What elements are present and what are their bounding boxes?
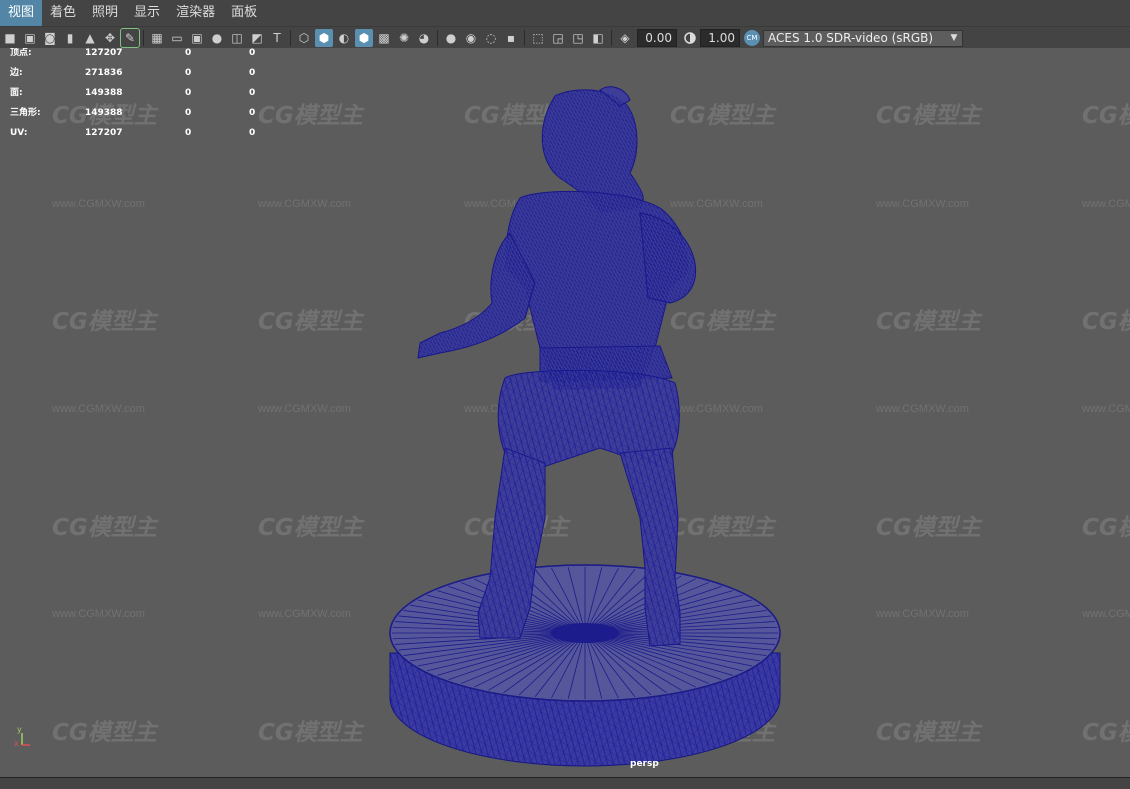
hud-value-triangles: 0: [249, 128, 256, 138]
toolbar-separator: [611, 30, 612, 46]
xray-joints-icon[interactable]: ◳: [569, 29, 587, 47]
axis-indicator: y x: [14, 725, 34, 748]
bookmark-icon[interactable]: ▮: [61, 29, 79, 47]
panel-menu-bar: 视图 着色 照明 显示 渲染器 面板: [0, 0, 1130, 26]
gamma-field[interactable]: 1.00: [700, 29, 740, 47]
resolution-gate-icon[interactable]: ▣: [188, 29, 206, 47]
anti-aliasing-icon[interactable]: ◌: [482, 29, 500, 47]
camera-lock-icon[interactable]: ▣: [21, 29, 39, 47]
hud-value-total: 271836: [85, 68, 123, 78]
hud-label: 面:: [10, 88, 23, 98]
hud-value-selected: 0: [185, 108, 192, 118]
exposure-field[interactable]: 0.00: [637, 29, 677, 47]
panel-toolbar: ■ ▣ ◙ ▮ ▲ ✥ ✎ ▦ ▭ ▣ ● ◫ ◩ T ⬡ ⬢ ◐ ⬢ ▩ ✺ ◕ ● ◉ ◌ ▪ ⬚ ◲ ◳ ◧ ◈ 0.00 1.00…: [0, 26, 1130, 50]
hud-value-triangles: 0: [249, 68, 256, 78]
3d-viewport[interactable]: CG模型主 CG模型主 CG模型主 CG模型主 www.CGMXW.com www.CGM…: [0, 48, 1130, 777]
toolbar-separator: [437, 30, 438, 46]
screen-space-ao-icon[interactable]: ●: [442, 29, 460, 47]
motion-blur-icon[interactable]: ◉: [462, 29, 480, 47]
toolbar-separator: [290, 30, 291, 46]
xray-icon[interactable]: ◲: [549, 29, 567, 47]
hud-label: 边:: [10, 68, 23, 78]
pedestal-base: [389, 564, 781, 767]
hud-label: 顶点:: [10, 48, 32, 58]
grease-pencil-icon[interactable]: ✎: [120, 28, 140, 48]
viewport-bottom-edge: [0, 777, 1130, 789]
chevron-down-icon: ▼: [950, 33, 958, 43]
menu-panels[interactable]: 面板: [223, 0, 265, 26]
backface-culling-icon[interactable]: ◧: [589, 29, 607, 47]
wireframe-on-shaded-icon[interactable]: ⬢: [355, 29, 373, 47]
camera-icon[interactable]: ■: [1, 29, 19, 47]
shadows-icon[interactable]: ◕: [415, 29, 433, 47]
hud-value-total: 127207: [85, 128, 123, 138]
hud-value-total: 149388: [85, 108, 123, 118]
hud-value-triangles: 0: [249, 108, 256, 118]
menu-renderer[interactable]: 渲染器: [168, 0, 223, 26]
field-chart-icon[interactable]: ◫: [228, 29, 246, 47]
grid-icon[interactable]: ▦: [148, 29, 166, 47]
hud-value-selected: 0: [185, 68, 192, 78]
camera-name-label: persp: [630, 759, 659, 769]
camera-attributes-icon[interactable]: ◙: [41, 29, 59, 47]
menu-view[interactable]: 视图: [0, 0, 43, 26]
depth-of-field-icon[interactable]: ▪: [502, 29, 520, 47]
menu-shading[interactable]: 着色: [42, 0, 84, 26]
default-material-icon[interactable]: ◐: [335, 29, 353, 47]
character-mesh-detail: [418, 89, 696, 390]
hud-value-selected: 0: [185, 128, 192, 138]
menu-show[interactable]: 显示: [126, 0, 168, 26]
hud-value-triangles: 0: [249, 88, 256, 98]
maya-viewport-panel: 视图 着色 照明 显示 渲染器 面板 ■ ▣ ◙ ▮ ▲ ✥ ✎ ▦ ▭ ▣ ● ◫ ◩ T ⬡ ⬢ ◐ ⬢ ▩ ✺ ◕…: [0, 0, 1130, 789]
smooth-shade-icon[interactable]: ⬢: [315, 29, 333, 47]
exposure-icon[interactable]: ◈: [616, 29, 634, 47]
color-space-label: ACES 1.0 SDR-video (sRGB): [768, 31, 934, 45]
hud-value-total: 127207: [85, 48, 123, 58]
toolbar-separator: [143, 30, 144, 46]
hud-value-triangles: 0: [249, 48, 256, 58]
wireframe-icon[interactable]: ⬡: [295, 29, 313, 47]
image-plane-icon[interactable]: ▲: [81, 29, 99, 47]
hud-value-selected: 0: [185, 48, 192, 58]
color-space-dropdown[interactable]: ACES 1.0 SDR-video (sRGB) ▼: [763, 29, 963, 47]
isolate-select-icon[interactable]: ⬚: [529, 29, 547, 47]
hud-label: UV:: [10, 128, 28, 138]
axis-x-label: x: [14, 739, 19, 748]
toolbar-icon-group: ■ ▣ ◙ ▮ ▲ ✥ ✎ ▦ ▭ ▣ ● ◫ ◩ T ⬡ ⬢ ◐ ⬢ ▩ ✺ ◕ ● ◉ ◌ ▪ ⬚ ◲ ◳ ◧ ◈: [0, 28, 635, 48]
two-d-pan-zoom-icon[interactable]: ✥: [101, 29, 119, 47]
wireframe-model: [389, 86, 781, 767]
safe-action-icon[interactable]: ◩: [248, 29, 266, 47]
axis-gizmo-icon: [21, 733, 30, 746]
color-management-icon[interactable]: CM: [744, 30, 760, 46]
menu-lighting[interactable]: 照明: [84, 0, 126, 26]
hud-value-selected: 0: [185, 88, 192, 98]
toolbar-separator: [524, 30, 525, 46]
hud-value-total: 149388: [85, 88, 123, 98]
textured-icon[interactable]: ▩: [375, 29, 393, 47]
use-lights-icon[interactable]: ✺: [395, 29, 413, 47]
film-gate-icon[interactable]: ▭: [168, 29, 186, 47]
gamma-icon[interactable]: [681, 29, 699, 47]
hud-label: 三角形:: [10, 108, 41, 118]
safe-title-icon[interactable]: T: [268, 29, 286, 47]
belt-detail: [540, 346, 672, 383]
gate-mask-icon[interactable]: ●: [208, 29, 226, 47]
